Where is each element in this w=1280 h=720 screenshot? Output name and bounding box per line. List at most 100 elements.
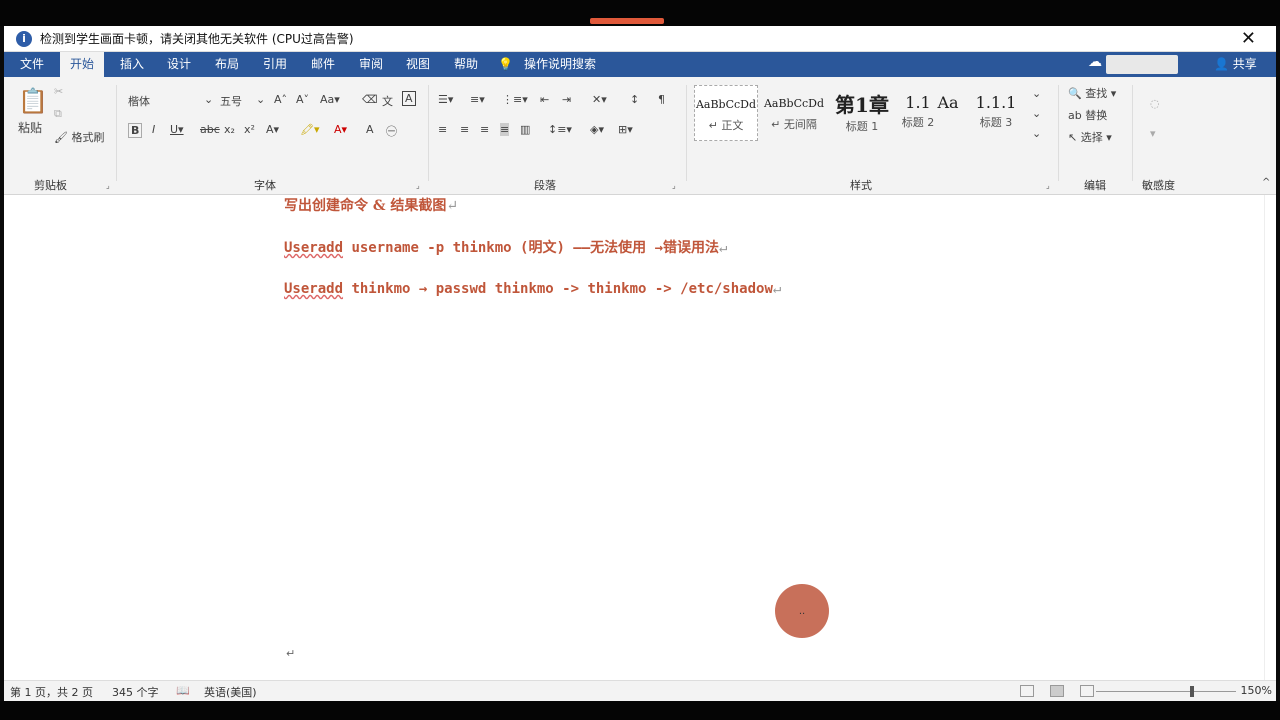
find-button[interactable]: 🔍 查找 ▾ [1068,85,1116,101]
paragraph-mark: ↵ [719,240,728,256]
bullets-icon[interactable]: ☰▾ [438,93,453,106]
tab-home[interactable]: 开始 [60,52,105,77]
tab-review[interactable]: 审阅 [357,52,385,77]
decrease-indent-icon[interactable]: ⇤ [540,93,549,106]
cpu-warning-text: 检测到学生画面卡顿，请关闭其他无关软件 (CPU过高告警) [40,32,354,46]
align-right-icon[interactable]: ≡ [480,123,489,136]
styles-scroll-down-icon[interactable]: ⌄ [1032,107,1041,120]
style-name: ↵ 无间隔 [771,118,817,131]
cut-icon[interactable]: ✂ [54,85,63,98]
copy-icon[interactable]: ⧉ [54,107,62,121]
styles-scroll-up-icon[interactable]: ⌄ [1032,87,1041,100]
account-button[interactable] [1106,55,1178,74]
cpu-warning-bar: i 检测到学生画面卡顿，请关闭其他无关软件 (CPU过高告警) ✕ [4,26,1276,52]
font-size-select[interactable]: 五号 ⌄ [220,93,266,109]
replace-button[interactable]: ab 替换 [1068,107,1107,123]
align-left-icon[interactable]: ≡ [438,123,447,136]
style-name: ↵ 正文 [708,119,744,132]
borders-icon[interactable]: ⊞▾ [618,123,633,136]
multilevel-list-icon[interactable]: ⋮≡▾ [502,93,528,106]
tab-help[interactable]: 帮助 [452,52,480,77]
document-area[interactable]: 写出创建命令 & 结果截图↵ Useradd username -p think… [4,195,1276,701]
close-icon[interactable]: ✕ [1241,28,1256,49]
zoom-slider[interactable] [1096,691,1236,692]
styles-launcher-icon[interactable]: ⌟ [1046,181,1050,190]
vertical-scrollbar[interactable] [1264,195,1276,680]
style-no-spacing[interactable]: AaBbCcDd ↵ 无间隔 [762,85,826,141]
zoom-level[interactable]: 150% [1241,684,1272,697]
menu-bar: 文件 开始 插入 设计 布局 引用 邮件 审阅 视图 帮助 💡 操作说明搜索 ☁… [4,52,1276,77]
doc-line-3[interactable]: Useradd thinkmo → passwd thinkmo -> thin… [284,281,781,297]
underline-icon[interactable]: U▾ [170,123,184,136]
style-normal[interactable]: AaBbCcDd ↵ 正文 [694,85,758,141]
styles-group-label: 样式 [850,179,872,192]
paste-icon[interactable]: 📋 [18,87,48,115]
strikethrough-icon[interactable]: abc [200,123,220,136]
style-sample: AaBbCcDd [695,98,757,111]
justify-icon[interactable]: ≡ [500,123,510,136]
select-button[interactable]: ↖ 选择 ▾ [1068,129,1112,145]
cloud-icon: ☁ [1088,54,1102,70]
sensitivity-icon[interactable]: ◌ [1150,97,1160,110]
page-count[interactable]: 第 1 页，共 2 页 [10,684,93,700]
tab-mailings[interactable]: 邮件 [309,52,337,77]
change-case-icon[interactable]: Aa▾ [320,93,340,106]
clipboard-launcher-icon[interactable]: ⌟ [106,181,110,190]
read-mode-icon[interactable] [1020,685,1034,697]
phonetic-guide-icon[interactable]: 文 [382,93,393,109]
word-count[interactable]: 345 个字 [112,684,159,700]
tab-references[interactable]: 引用 [261,52,289,77]
distribute-icon[interactable]: ▥ [520,123,530,136]
italic-icon[interactable]: I [152,123,155,136]
doc-line-1[interactable]: 写出创建命令 & 结果截图↵ [284,195,458,215]
sensitivity-dropdown-icon[interactable]: ▾ [1150,127,1156,140]
show-marks-icon[interactable]: ¶ [658,93,665,106]
grow-font-icon[interactable]: A˄ [274,93,287,106]
font-name-select[interactable]: 楷体 ⌄ [128,93,218,109]
tab-insert[interactable]: 插入 [118,52,146,77]
clear-format-icon[interactable]: ⌫ [362,93,378,106]
language-status[interactable]: 英语(美国) [204,684,257,700]
subscript-icon[interactable]: x₂ [224,123,235,136]
superscript-icon[interactable]: x² [244,123,255,136]
style-heading-3[interactable]: 1.1.1 标题 3 [964,85,1028,141]
paragraph-launcher-icon[interactable]: ⌟ [672,181,676,190]
print-layout-icon[interactable] [1050,685,1064,697]
text-effects-icon[interactable]: A▾ [266,123,279,136]
tab-file[interactable]: 文件 [18,52,46,77]
font-color-icon[interactable]: A▾ [334,123,347,136]
enclose-char-icon[interactable]: ㊀ [386,123,397,139]
bold-icon[interactable]: B [128,123,143,138]
doc-line-2-text: username -p thinkmo (明文) ——无法使用 →错误用法 [343,240,720,256]
line-spacing-icon[interactable]: ↕≡▾ [548,123,572,136]
tab-design[interactable]: 设计 [165,52,193,77]
zoom-slider-knob[interactable] [1190,686,1194,697]
shrink-font-icon[interactable]: A˅ [296,93,309,106]
paste-label[interactable]: 粘贴 [18,119,42,136]
proofing-icon[interactable]: 📖 [176,684,190,697]
style-heading-1[interactable]: 第1章 标题 1 [830,85,894,141]
char-shading-icon[interactable]: A [366,123,374,136]
collapse-ribbon-icon[interactable]: ^ [1262,177,1270,188]
format-painter-button[interactable]: 🖌 格式刷 [54,129,104,145]
style-heading-2[interactable]: 1.1 标题 2 [898,85,938,141]
font-launcher-icon[interactable]: ⌟ [416,181,420,190]
increase-indent-icon[interactable]: ⇥ [562,93,571,106]
tab-layout[interactable]: 布局 [213,52,241,77]
share-button[interactable]: 👤 共享 [1214,52,1257,77]
sensitivity-group-label: 敏感度 [1142,179,1175,192]
styles-more-icon[interactable]: ⌄ [1032,127,1041,140]
numbering-icon[interactable]: ≡▾ [470,93,485,106]
highlight-icon[interactable]: 🖍▾ [300,123,320,136]
shading-icon[interactable]: ◈▾ [590,123,604,136]
char-border-icon[interactable]: A [402,91,416,106]
web-layout-icon[interactable] [1080,685,1094,697]
sort-icon[interactable]: ↕ [630,93,639,106]
tab-view[interactable]: 视图 [404,52,432,77]
doc-line-2[interactable]: Useradd username -p thinkmo (明文) ——无法使用 … [284,237,727,257]
align-center-icon[interactable]: ≡ [460,123,469,136]
tell-me-search[interactable]: 操作说明搜索 [524,52,596,77]
style-name: 标题 3 [979,116,1013,129]
asian-layout-icon[interactable]: ✕▾ [592,93,607,106]
style-title[interactable]: Aa [936,85,960,141]
